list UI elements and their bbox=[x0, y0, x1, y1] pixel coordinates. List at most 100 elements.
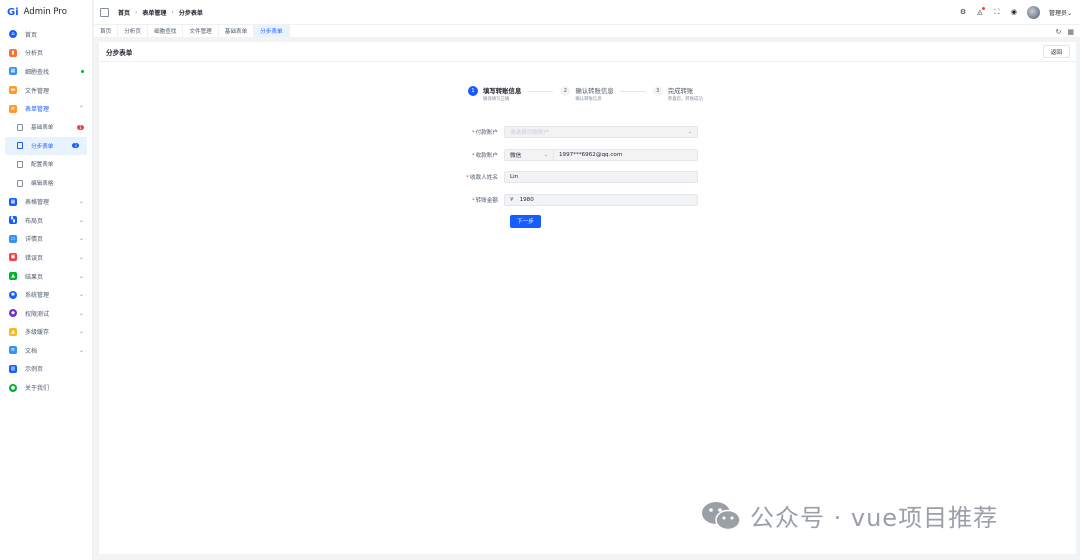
result-icon: ▲ bbox=[9, 272, 17, 281]
sidebar-subitem-label: 编辑表格 bbox=[31, 181, 54, 188]
sidebar-item-analysis[interactable]: ▮ 分析页 bbox=[0, 44, 92, 63]
document-icon bbox=[17, 179, 23, 187]
sidebar-subitem-basic-form[interactable]: 基础表单 1 bbox=[0, 118, 92, 137]
sidebar-item-cell-search[interactable]: ▦ 细胞查找 bbox=[0, 62, 92, 81]
tab-home[interactable]: 首页 bbox=[94, 25, 119, 37]
chevron-down-icon: ⌄ bbox=[78, 216, 84, 224]
next-step-button[interactable]: 下一步 bbox=[510, 214, 541, 228]
breadcrumb-separator: › bbox=[135, 8, 138, 16]
wechat-icon bbox=[702, 501, 741, 530]
chevron-down-icon: ⌄ bbox=[78, 346, 84, 354]
step-number: 1 bbox=[468, 86, 478, 96]
sidebar-item-about[interactable]: ● 关于我们 bbox=[0, 378, 92, 397]
sidebar-item-home[interactable]: ⌂ 首页 bbox=[0, 25, 92, 44]
app-logo[interactable]: Gi Admin Pro bbox=[0, 0, 92, 24]
chevron-up-icon: ⌃ bbox=[78, 105, 84, 113]
sidebar-subitem-label: 配置表单 bbox=[31, 162, 54, 169]
username[interactable]: 管理员⌄ bbox=[1049, 8, 1072, 17]
step-connector bbox=[619, 91, 646, 92]
sidebar-item-label: 示例页 bbox=[25, 366, 44, 374]
chevron-down-icon: ⌄ bbox=[78, 253, 84, 261]
count-badge: 3 bbox=[72, 143, 79, 149]
document-icon bbox=[17, 123, 23, 131]
breadcrumb-item[interactable]: 首页 bbox=[118, 8, 130, 17]
sidebar-item-label: 系统管理 bbox=[25, 292, 50, 300]
select-placeholder: 请选择付款账户 bbox=[510, 130, 550, 136]
folder-icon: ▬ bbox=[9, 86, 17, 95]
sidebar-item-label: 结果页 bbox=[25, 273, 44, 281]
sidebar-item-docs[interactable]: ≡ 文档 ⌄ bbox=[0, 341, 92, 360]
amount-input[interactable]: ¥ 1980 bbox=[504, 193, 698, 206]
pay-account-select[interactable]: 请选择付款账户 ⌄ bbox=[504, 126, 698, 138]
input-value: 1980 bbox=[519, 196, 534, 203]
breadcrumb-item[interactable]: 表单管理 bbox=[142, 8, 166, 17]
menu-toggle-icon[interactable] bbox=[100, 7, 109, 17]
sidebar-item-forms[interactable]: ≡ 表单管理 ⌃ bbox=[0, 99, 92, 118]
back-button[interactable]: 返回 bbox=[1042, 45, 1070, 58]
cache-icon: ▲ bbox=[9, 327, 17, 336]
step-connector bbox=[527, 91, 554, 92]
grid-menu-icon[interactable]: ▦ bbox=[1067, 28, 1074, 36]
step-desc: 确保填写正确 bbox=[483, 97, 510, 102]
avatar[interactable] bbox=[1026, 5, 1040, 19]
settings-icon[interactable]: ⚙ bbox=[959, 8, 967, 16]
watermark-text: 公众号 · vue项目推荐 bbox=[750, 504, 999, 532]
sidebar-menu: ⌂ 首页 ▮ 分析页 ▦ 细胞查找 ▬ 文件管理 ≡ 表单管理 ⌃ 基础表单 1 bbox=[0, 25, 92, 397]
form-icon: ≡ bbox=[9, 104, 17, 113]
form-row-pay-account: *付款账户 请选择付款账户 ⌄ bbox=[459, 125, 698, 139]
sidebar-item-label: 多级缓存 bbox=[25, 329, 50, 337]
about-icon: ● bbox=[9, 383, 17, 392]
sidebar-item-files[interactable]: ▬ 文件管理 bbox=[0, 81, 92, 100]
input-value: 1997***6962@qq.com bbox=[559, 151, 623, 158]
page-title: 分步表单 bbox=[106, 48, 133, 57]
sidebar-subitem-config-form[interactable]: 配置表单 bbox=[0, 155, 92, 174]
sidebar-item-permission[interactable]: ◆ 权限测试 ⌄ bbox=[0, 304, 92, 323]
tab-cell-search[interactable]: 细胞查找 bbox=[148, 25, 184, 37]
tab-analysis[interactable]: 分析页 bbox=[118, 25, 148, 37]
form-row-recv-name: *收款人姓名 Lin bbox=[459, 170, 698, 184]
username-text: 管理员 bbox=[1048, 9, 1067, 17]
tab-files[interactable]: 文件管理 bbox=[183, 25, 219, 37]
step-number: 3 bbox=[652, 86, 663, 96]
main-card: 分步表单 返回 1 填写转账信息 确保填写正确 2 确认转账信息 确认转账信息 … bbox=[99, 42, 1076, 554]
sidebar-item-detail[interactable]: ▭ 详情页 ⌄ bbox=[0, 230, 92, 249]
sidebar-item-label: 首页 bbox=[25, 31, 38, 39]
form-row-amount: *转账金额 ¥ 1980 bbox=[459, 193, 698, 207]
refresh-icon[interactable]: ↻ bbox=[1056, 28, 1062, 36]
recv-name-input[interactable]: Lin bbox=[504, 171, 698, 184]
sidebar-subitem-label: 分步表单 bbox=[31, 143, 54, 150]
step-number: 2 bbox=[560, 86, 571, 96]
status-dot bbox=[81, 69, 84, 73]
currency-prefix: ¥ bbox=[510, 196, 514, 203]
tab-step-form[interactable]: 分步表单 bbox=[254, 25, 290, 37]
sidebar-subitem-step-form[interactable]: 分步表单 3 bbox=[5, 136, 87, 156]
document-icon bbox=[17, 160, 23, 168]
field-label: *付款账户 bbox=[471, 130, 498, 136]
bell-icon[interactable]: ◬ bbox=[976, 7, 985, 16]
sidebar-subitem-edit-table[interactable]: 编辑表格 bbox=[0, 174, 92, 193]
sidebar-subitem-label: 基础表单 bbox=[31, 125, 54, 132]
sidebar-item-error[interactable]: ▣ 错误页 ⌄ bbox=[0, 248, 92, 267]
sidebar-item-result[interactable]: ▲ 结果页 ⌄ bbox=[0, 267, 92, 286]
sidebar-item-label: 表格管理 bbox=[25, 199, 50, 207]
sidebar-item-layout[interactable]: ▚ 布局页 ⌄ bbox=[0, 211, 92, 230]
sidebar-item-system[interactable]: ✱ 系统管理 ⌄ bbox=[0, 285, 92, 304]
tab-basic-form[interactable]: 基础表单 bbox=[219, 25, 255, 37]
steps: 1 填写转账信息 确保填写正确 2 确认转账信息 确认转账信息 3 完成转账 恭… bbox=[468, 86, 703, 102]
sidebar-item-tables[interactable]: ▦ 表格管理 ⌄ bbox=[0, 192, 92, 211]
lock-icon: ▣ bbox=[9, 253, 17, 262]
sidebar-item-cache[interactable]: ▲ 多级缓存 ⌄ bbox=[0, 323, 92, 342]
fullscreen-icon[interactable]: ⛶ bbox=[993, 8, 1001, 16]
sidebar-item-example[interactable]: ▥ 示例页 bbox=[0, 360, 92, 379]
sidebar-item-label: 布局页 bbox=[25, 217, 44, 225]
card-header: 分步表单 bbox=[99, 42, 1076, 62]
field-label: *收款账户 bbox=[471, 152, 498, 159]
detail-icon: ▭ bbox=[9, 234, 17, 243]
table-icon: ▦ bbox=[9, 197, 17, 206]
tab-actions: ↻ ▦ bbox=[1056, 25, 1075, 38]
account-type-select[interactable]: 微信 ⌄ bbox=[504, 148, 554, 161]
logo-mark: Gi bbox=[7, 6, 19, 18]
recv-account-input[interactable]: 1997***6962@qq.com bbox=[553, 148, 698, 161]
app-title: Admin Pro bbox=[23, 7, 67, 17]
theme-icon[interactable]: ◉ bbox=[1010, 8, 1018, 16]
